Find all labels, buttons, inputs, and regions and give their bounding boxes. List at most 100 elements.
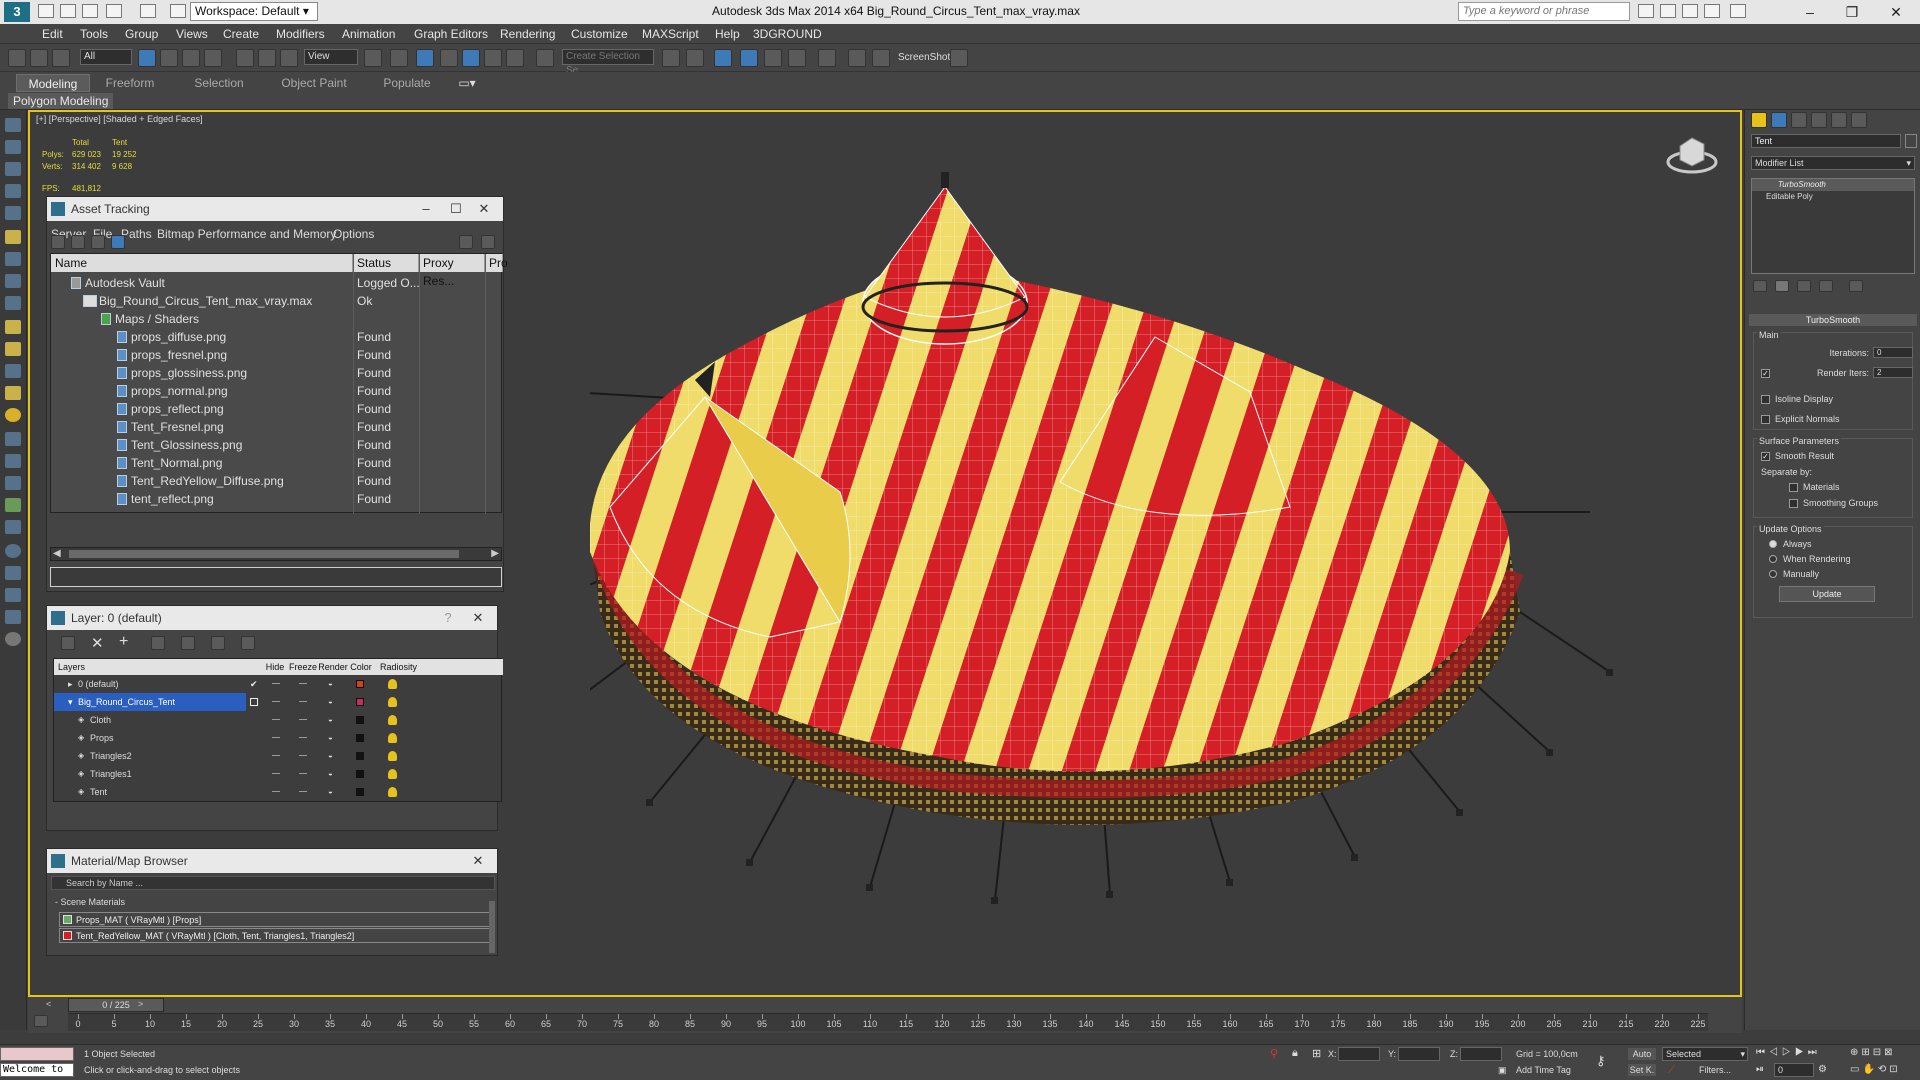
select-object-icon[interactable] [138,49,156,67]
keyboard-shortcut-icon[interactable] [416,49,434,67]
y-coordinate-field[interactable] [1398,1047,1440,1061]
layer-object-row[interactable]: ◈ Cloth ◒ [54,711,503,729]
layer-expand-icon[interactable]: ▸ [68,675,73,693]
radiosity-bulb-icon[interactable] [388,679,397,689]
show-end-result-icon[interactable] [1775,280,1789,292]
col-proxy-res[interactable]: Proxy Res... [419,254,485,288]
timeline-track[interactable]: 0 5 10 15 20 25 30 35 40 45 50 55 60 65 70 75 80 85 90 95 10… [68,1013,1708,1031]
playback-controls[interactable]: ⏮◁▷▶⏭ [1756,1047,1821,1058]
delete-layer-icon[interactable]: ✕ [91,634,104,652]
menu-graph-editors[interactable]: Graph Editors [414,27,488,41]
layer-expand-icon[interactable]: ▾ [68,693,73,711]
at-help-icon[interactable] [459,235,473,249]
make-unique-icon[interactable] [1797,280,1811,292]
sphere-tool-icon[interactable] [5,544,21,558]
tab-modeling[interactable]: Modeling [16,74,90,92]
key-icon[interactable]: ⚷ [1596,1053,1606,1069]
set-key-button[interactable]: Set K. [1628,1064,1656,1076]
key-mode-icon[interactable]: ⟋ [1668,1065,1675,1076]
tab-freeform[interactable]: Freeform [96,74,164,92]
layer-row-selected[interactable]: ▾ Big_Round_Circus_Tent ◒ [54,693,397,711]
render-teapot-icon[interactable]: ◒ [328,747,333,765]
material-item[interactable]: Tent_RedYellow_MAT ( VRayMtl ) [Cloth, T… [59,928,495,943]
open-file-icon[interactable] [60,4,76,18]
list-view-icon[interactable] [71,235,85,249]
select-in-layer-icon[interactable] [151,636,165,650]
menu-modifiers[interactable]: Modifiers [276,27,325,41]
manually-radio[interactable] [1769,570,1777,578]
hierarchy-tab-icon[interactable] [1791,112,1807,128]
screenshot-camera-icon[interactable] [950,49,968,67]
add-to-layer-icon[interactable]: + [119,633,128,651]
search-icon[interactable] [1638,4,1654,18]
render-teapot-icon[interactable]: ◒ [328,693,333,711]
time-slider[interactable]: 0 / 225 [68,998,164,1012]
modify-tab-icon[interactable] [1771,112,1787,128]
radiosity-bulb-icon[interactable] [388,751,397,761]
isolate-selection-icon[interactable]: ⚲ [1270,1047,1278,1060]
curve-editor-icon[interactable] [764,49,782,67]
object-color-swatch[interactable] [356,716,364,724]
detach-icon[interactable] [5,588,21,602]
menu-customize[interactable]: Customize [571,27,628,41]
app-logo-icon[interactable]: 3 [4,2,30,22]
stack-item-editable-poly[interactable]: Editable Poly [1752,191,1914,203]
tab-selection[interactable]: Selection [182,74,256,92]
workspace-dropdown[interactable]: Workspace: Default ▾ [190,2,318,21]
graphite-tool-icon[interactable] [5,118,21,132]
layer-row[interactable]: ▸ 0 (default) ✔ ◒ [54,675,503,693]
align-icon[interactable] [686,49,704,67]
screenshot-label[interactable]: ScreenShot [898,52,950,63]
pin-stack-icon[interactable] [1753,280,1767,292]
motion-tab-icon[interactable] [1811,112,1827,128]
utilities-tab-icon[interactable] [1851,112,1867,128]
render-iters-spinner[interactable]: 2 [1873,367,1913,378]
object-color-swatch[interactable] [356,752,364,760]
modifier-list-dropdown[interactable]: Modifier List ▾ [1751,156,1915,170]
subscription-icon[interactable] [1660,4,1676,18]
select-and-link-icon[interactable] [8,49,26,67]
hide-all-layers-icon[interactable] [211,636,225,650]
asset-row[interactable]: Tent_Normal.png Found [51,454,503,472]
select-manipulate-icon[interactable] [390,49,408,67]
x-coordinate-field[interactable] [1338,1047,1380,1061]
absolute-mode-icon[interactable]: ⊞ [1312,1047,1321,1060]
maximize-panel-button[interactable]: ☐ [441,197,471,221]
chamfer-icon[interactable] [5,320,21,334]
explicit-normals-checkbox[interactable] [1761,415,1770,424]
col-hide[interactable]: Hide [262,659,288,675]
slider-prev-icon[interactable]: < [46,999,51,1009]
active-layer-check-icon[interactable]: ✔ [250,675,258,693]
asset-row[interactable]: props_diffuse.png Found [51,328,503,346]
slice-icon[interactable] [5,454,21,468]
create-layer-icon[interactable] [61,636,75,650]
material-search-input[interactable]: Search by Name ... [51,876,495,890]
stack-item-turbosmooth[interactable]: TurboSmooth [1752,179,1914,191]
layer-color-swatch[interactable] [356,698,364,706]
move-icon[interactable] [236,49,254,67]
asset-row[interactable]: Tent_RedYellow_Diffuse.png Found [51,472,503,490]
object-name-field[interactable]: Tent [1751,134,1901,148]
create-tab-icon[interactable] [1751,112,1767,128]
col-radiosity[interactable]: Radiosity [374,659,503,675]
configure-sets-icon[interactable] [1849,280,1863,292]
angle-snap-icon[interactable] [462,49,480,67]
help-tool-icon[interactable] [5,632,21,646]
time-tag-icon[interactable]: ▣ [1498,1065,1507,1076]
layer-object-row[interactable]: ◈ Props ◒ [54,729,503,747]
weld-icon[interactable] [5,364,21,378]
radiosity-bulb-icon[interactable] [388,697,397,707]
menu-help[interactable]: Help [715,27,740,41]
viewport-nav-icons-bottom[interactable]: ▭✋⟲⊡ [1850,1064,1901,1075]
object-color-swatch[interactable] [356,770,364,778]
highlight-layer-icon[interactable] [181,636,195,650]
render-teapot-icon[interactable]: ◒ [328,729,333,747]
snaps-toggle-icon[interactable] [440,49,458,67]
light-icon[interactable] [5,408,21,422]
layer-close-button[interactable]: ✕ [463,606,493,630]
at-menu-options[interactable]: Options [333,227,374,241]
graphite-toggle-icon[interactable] [740,49,758,67]
freeze-all-layers-icon[interactable] [241,636,255,650]
mirror-icon[interactable] [662,49,680,67]
render-teapot-icon[interactable]: ◒ [328,675,333,693]
